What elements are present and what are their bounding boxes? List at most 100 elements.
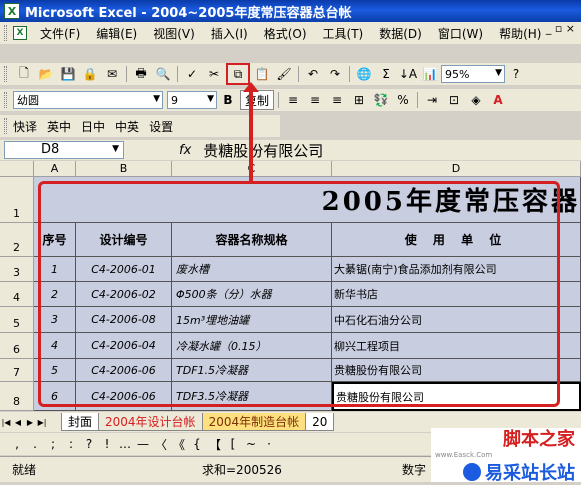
menu-insert[interactable]: 插入(I) xyxy=(203,25,256,42)
chevron-down-icon[interactable]: ▼ xyxy=(207,94,214,104)
copy-button[interactable]: 复制 xyxy=(240,90,274,110)
next-sheet-icon[interactable]: ▶ xyxy=(24,418,36,427)
font-color-icon[interactable]: A xyxy=(488,90,508,110)
font-select[interactable]: 幼圆 ▼ xyxy=(13,91,163,109)
save-icon[interactable]: 💾 xyxy=(58,64,78,84)
cell-seq[interactable]: 3 xyxy=(34,307,76,333)
align-right-icon[interactable]: ≡ xyxy=(327,90,347,110)
chevron-down-icon[interactable]: ▼ xyxy=(495,68,502,78)
email-icon[interactable]: ✉ xyxy=(102,64,122,84)
cell-seq[interactable]: 4 xyxy=(34,333,76,359)
cell-vessel-name[interactable]: TDF1.5冷凝器 xyxy=(172,359,332,382)
cell-design-no[interactable]: C4-2006-01 xyxy=(76,257,172,282)
cell-vessel-name[interactable]: 废水槽 xyxy=(172,257,332,282)
prev-sheet-icon[interactable]: ◀ xyxy=(12,418,24,427)
cell-seq[interactable]: 1 xyxy=(34,257,76,282)
open-icon[interactable]: 📂 xyxy=(36,64,56,84)
column-header[interactable]: B xyxy=(76,161,172,177)
align-center-icon[interactable]: ≡ xyxy=(305,90,325,110)
menu-format[interactable]: 格式(O) xyxy=(256,25,315,42)
symbol-button[interactable]: · xyxy=(260,437,278,451)
spelling-icon[interactable]: ✓ xyxy=(182,64,202,84)
symbol-button[interactable]: : xyxy=(62,437,80,451)
symbol-button[interactable]: . xyxy=(26,437,44,451)
sheet-tab[interactable]: 20 xyxy=(305,413,335,431)
last-sheet-icon[interactable]: ▶| xyxy=(36,418,48,427)
cell-vessel-name[interactable]: Φ500条（分）水器 xyxy=(172,282,332,307)
translate-settings-button[interactable]: 设置 xyxy=(149,118,173,135)
sheet-title[interactable]: 2005年度常压容器 xyxy=(34,177,581,223)
column-header[interactable]: A xyxy=(34,161,76,177)
new-icon[interactable]: 🗋 xyxy=(14,64,34,84)
fx-icon[interactable]: fx xyxy=(179,143,191,158)
row-header[interactable]: 4 xyxy=(0,282,34,307)
name-box[interactable]: D8 ▼ xyxy=(4,141,124,159)
row-header[interactable]: 3 xyxy=(0,257,34,282)
symbol-button[interactable]: , xyxy=(8,437,26,451)
sheet-tab[interactable]: 封面 xyxy=(61,413,100,431)
print-preview-icon[interactable]: 🔍 xyxy=(153,64,173,84)
help-icon[interactable]: ? xyxy=(506,64,526,84)
cell-vessel-name[interactable]: 15m³埋地油罐 xyxy=(172,307,332,333)
active-cell[interactable]: 贵糖股份有限公司 xyxy=(332,382,581,411)
menu-tools[interactable]: 工具(T) xyxy=(315,25,372,42)
merge-center-icon[interactable]: ⊞ xyxy=(349,90,369,110)
chart-wizard-icon[interactable]: 📊 xyxy=(420,64,440,84)
cell-seq[interactable]: 5 xyxy=(34,359,76,382)
row-header[interactable]: 7 xyxy=(0,359,34,382)
menu-edit[interactable]: 编辑(E) xyxy=(88,25,145,42)
symbol-button[interactable]: ; xyxy=(44,437,62,451)
redo-icon[interactable]: ↷ xyxy=(325,64,345,84)
symbol-button[interactable]: [ xyxy=(224,437,242,451)
toolbar-grip[interactable] xyxy=(4,118,7,134)
cell-user-unit[interactable]: 柳兴工程项目 xyxy=(332,333,581,359)
sheet-tab[interactable]: 2004年设计台帐 xyxy=(98,413,203,431)
formula-input[interactable]: 贵糖股份有限公司 xyxy=(203,140,323,161)
symbol-button[interactable]: ? xyxy=(80,437,98,451)
symbol-button[interactable]: ! xyxy=(98,437,116,451)
cell-user-unit[interactable]: 新华书店 xyxy=(332,282,581,307)
translate-cn-en-button[interactable]: 中英 xyxy=(115,118,139,135)
cell-seq[interactable]: 2 xyxy=(34,282,76,307)
symbol-button[interactable]: 〈 xyxy=(152,436,170,453)
row-header[interactable]: 8 xyxy=(0,382,34,411)
paste-icon[interactable]: 📋 xyxy=(252,64,272,84)
undo-icon[interactable]: ↶ xyxy=(303,64,323,84)
header-cell[interactable]: 容器名称规格 xyxy=(172,223,332,257)
bold-button[interactable]: B xyxy=(218,90,238,110)
cell-vessel-name[interactable]: 冷凝水罐（0.15） xyxy=(172,333,332,359)
menu-view[interactable]: 视图(V) xyxy=(145,25,203,42)
currency-icon[interactable]: 💱 xyxy=(371,90,391,110)
cell-vessel-name[interactable]: TDF3.5冷凝器 xyxy=(172,382,332,411)
zoom-select[interactable]: 95% ▼ xyxy=(441,65,505,83)
cell-user-unit[interactable]: 贵糖股份有限公司 xyxy=(332,359,581,382)
translate-quick-button[interactable]: 快译 xyxy=(13,118,37,135)
row-header[interactable]: 2 xyxy=(0,223,34,257)
toolbar-grip[interactable] xyxy=(4,92,7,108)
cell-design-no[interactable]: C4-2006-08 xyxy=(76,307,172,333)
percent-icon[interactable]: % xyxy=(393,90,413,110)
select-all-corner[interactable] xyxy=(0,161,34,177)
cell-user-unit[interactable]: 中石化石油分公司 xyxy=(332,307,581,333)
chevron-down-icon[interactable]: ▼ xyxy=(112,144,119,154)
symbol-button[interactable]: 【 xyxy=(206,436,224,453)
worksheet-grid[interactable]: A B C D 1 2 3 4 5 6 7 8 2005年度常压容器 序号 设计… xyxy=(0,161,581,411)
symbol-button[interactable]: 《 xyxy=(170,436,188,453)
window-controls[interactable]: _ ▫ × xyxy=(546,23,575,34)
indent-icon[interactable]: ⇥ xyxy=(422,90,442,110)
first-sheet-icon[interactable]: |◀ xyxy=(0,418,12,427)
chevron-down-icon[interactable]: ▼ xyxy=(153,94,160,104)
row-header[interactable]: 1 xyxy=(0,177,34,223)
header-cell[interactable]: 序号 xyxy=(34,223,76,257)
cell-design-no[interactable]: C4-2006-02 xyxy=(76,282,172,307)
autosum-icon[interactable]: Σ xyxy=(376,64,396,84)
menu-file[interactable]: 文件(F) xyxy=(32,25,88,42)
symbol-button[interactable]: — xyxy=(134,437,152,451)
symbol-button[interactable]: ~ xyxy=(242,437,260,451)
row-header[interactable]: 6 xyxy=(0,333,34,359)
cell-design-no[interactable]: C4-2006-06 xyxy=(76,382,172,411)
cell-user-unit[interactable]: 大綦锯(南宁)食品添加剂有限公司 xyxy=(332,257,581,282)
translate-en-cn-button[interactable]: 英中 xyxy=(47,118,71,135)
cell-design-no[interactable]: C4-2006-06 xyxy=(76,359,172,382)
fill-color-icon[interactable]: ◈ xyxy=(466,90,486,110)
